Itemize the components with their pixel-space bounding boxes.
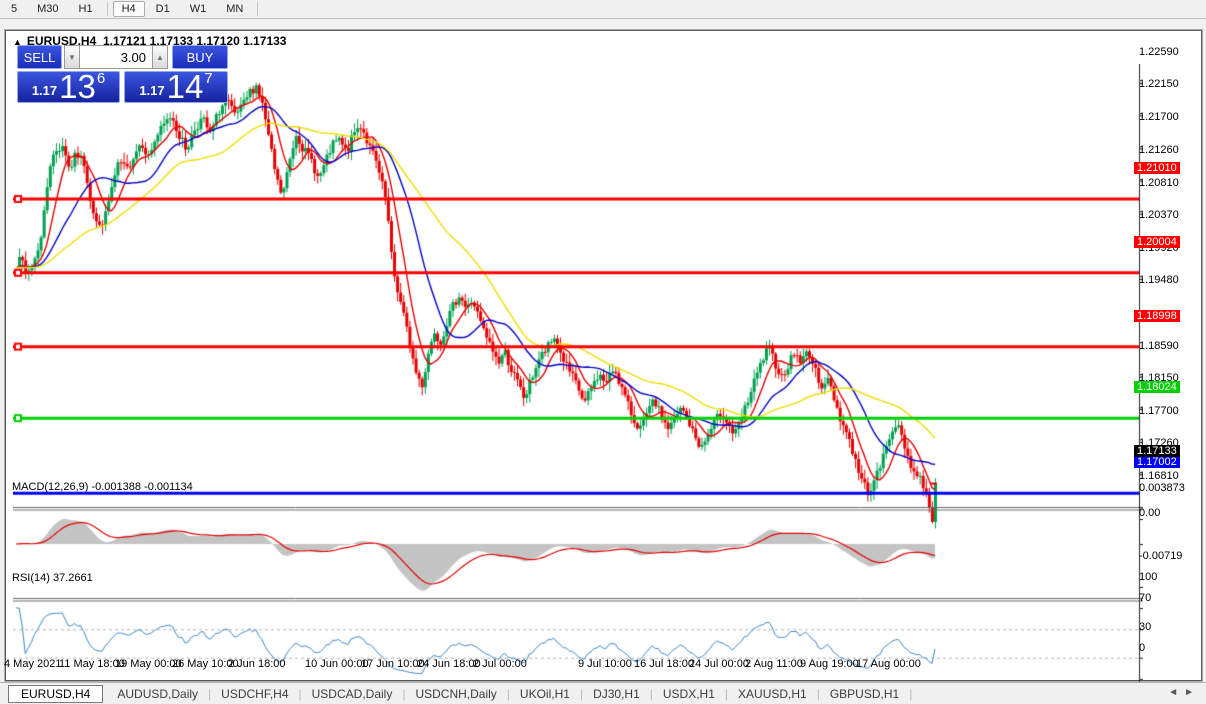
price-axis-tick: 1.17700: [1139, 405, 1179, 417]
volume-input[interactable]: 3.00: [80, 45, 152, 69]
toolbar-separator: [257, 2, 258, 16]
time-axis-label: 9 Jul 10:00: [578, 658, 632, 670]
price-axis-tick: 1.20810: [1139, 177, 1179, 189]
chart-window: ▲EURUSD,H4 1.17121 1.17133 1.17120 1.171…: [5, 30, 1202, 681]
time-axis-label: 24 Jul 00:00: [689, 658, 749, 670]
time-axis-label: 10 Jun 00:00: [305, 658, 369, 670]
current-price-label: 1.17133: [1134, 445, 1180, 457]
tab-scroll-left-icon[interactable]: ◄: [1168, 687, 1184, 698]
time-axis-label: 2 Jun 18:00: [228, 658, 286, 670]
chart-tab-ukoil[interactable]: UKOil,H1: [510, 686, 580, 702]
timeframe-button-W1[interactable]: W1: [181, 1, 216, 17]
time-axis-label: 24 Jun 18:00: [417, 658, 481, 670]
time-axis-label: 2 Aug 11:00: [745, 658, 803, 670]
toolbar-separator: [107, 2, 108, 16]
hline-price-label: 1.18998: [1134, 310, 1180, 322]
rsi-axis-tick: 70: [1139, 592, 1151, 604]
timeframe-button-H4[interactable]: H4: [113, 1, 145, 17]
time-axis-label: 16 Jul 18:00: [634, 658, 694, 670]
price-axis-tick: 1.21260: [1139, 144, 1179, 156]
tab-separator: |: [909, 687, 912, 701]
time-axis-label: 9 Aug 19:00: [800, 658, 859, 670]
chart-tab-bar: EURUSD,H4AUDUSD,Daily|USDCHF,H4|USDCAD,D…: [0, 682, 1206, 704]
buy-price-big-digits: 14: [167, 73, 204, 101]
hline-price-label: 1.17002: [1134, 456, 1180, 468]
tab-scroll-right-icon[interactable]: ►: [1184, 687, 1200, 698]
buy-price-pip-digit: 7: [204, 70, 212, 87]
macd-axis-tick: 0.00: [1139, 507, 1160, 519]
chart-tab-dj30[interactable]: DJ30,H1: [583, 686, 650, 702]
price-axis-tick: 1.18590: [1139, 340, 1179, 352]
chart-tab-usdchf[interactable]: USDCHF,H4: [211, 686, 298, 702]
timeframe-button-H1[interactable]: H1: [70, 1, 102, 17]
hline-price-label: 1.20004: [1134, 236, 1180, 248]
timeframe-toolbar: 5M30H1 H4D1W1MN: [0, 0, 1206, 19]
price-axis-tick: 1.21700: [1139, 111, 1179, 123]
chart-tab-usdx[interactable]: USDX,H1: [653, 686, 725, 702]
volume-increase-button[interactable]: ▲: [152, 45, 168, 69]
price-chart-canvas[interactable]: [13, 64, 1143, 686]
chart-tab-usdcnh[interactable]: USDCNH,Daily: [405, 686, 506, 702]
time-axis-label: 4 May 2021: [4, 658, 61, 670]
price-axis-tick: 1.20370: [1139, 209, 1179, 221]
sell-button[interactable]: SELL: [17, 45, 62, 69]
rsi-axis-tick: 0: [1139, 642, 1145, 654]
chart-tab-usdcad[interactable]: USDCAD,Daily: [302, 686, 403, 702]
trade-panel-price-row: 1.17 13 6 1.17 14 7: [17, 71, 228, 103]
timeframe-button-MN[interactable]: MN: [217, 1, 252, 17]
trade-panel-top-row: SELL ▼ 3.00 ▲ BUY: [17, 45, 228, 69]
sell-price-pip-digit: 6: [97, 70, 105, 87]
rsi-indicator-label: RSI(14) 37.2661: [12, 572, 93, 584]
buy-price-prefix: 1.17: [139, 83, 164, 98]
chart-tab-xauusd[interactable]: XAUUSD,H1: [728, 686, 817, 702]
price-axis-tick: 1.19480: [1139, 274, 1179, 286]
price-axis-tick: 1.16810: [1139, 470, 1179, 482]
rsi-axis-tick: 100: [1139, 571, 1157, 583]
time-axis-label: 17 Jun 10:00: [361, 658, 425, 670]
buy-button[interactable]: BUY: [172, 45, 228, 69]
chart-tab-eurusd[interactable]: EURUSD,H4: [8, 685, 103, 703]
sell-price-prefix: 1.17: [32, 83, 57, 98]
timeframe-button-D1[interactable]: D1: [147, 1, 179, 17]
macd-indicator-label: MACD(12,26,9) -0.001388 -0.001134: [12, 481, 193, 493]
chart-tab-audusd[interactable]: AUDUSD,Daily: [107, 686, 208, 702]
rsi-axis-tick: 30: [1139, 621, 1151, 633]
macd-axis-tick: 0.003873: [1139, 482, 1185, 494]
chart-tab-gbpusd[interactable]: GBPUSD,H1: [820, 686, 909, 702]
macd-axis-tick: -0.00719: [1139, 550, 1182, 562]
sell-price-big-digits: 13: [59, 73, 96, 101]
timeframe-button-5[interactable]: 5: [2, 1, 26, 17]
price-axis-tick: 1.22150: [1139, 78, 1179, 90]
time-axis-label: 2 Jul 00:00: [473, 658, 527, 670]
hline-price-label: 1.21010: [1134, 162, 1180, 174]
volume-decrease-button[interactable]: ▼: [64, 45, 80, 69]
timeframe-button-M30[interactable]: M30: [28, 1, 67, 17]
time-axis-label: 17 Aug 00:00: [856, 658, 921, 670]
price-axis-tick: 1.22590: [1139, 46, 1179, 58]
sell-price-display[interactable]: 1.17 13 6: [17, 71, 120, 103]
mt4-app-window: 5M30H1H4D1W1MN ▲EURUSD,H4 1.17121 1.1713…: [0, 0, 1206, 704]
buy-price-display[interactable]: 1.17 14 7: [124, 71, 228, 103]
one-click-trade-panel: SELL ▼ 3.00 ▲ BUY 1.17 13 6 1.17 14 7: [17, 45, 228, 103]
hline-price-label: 1.18024: [1134, 381, 1180, 393]
